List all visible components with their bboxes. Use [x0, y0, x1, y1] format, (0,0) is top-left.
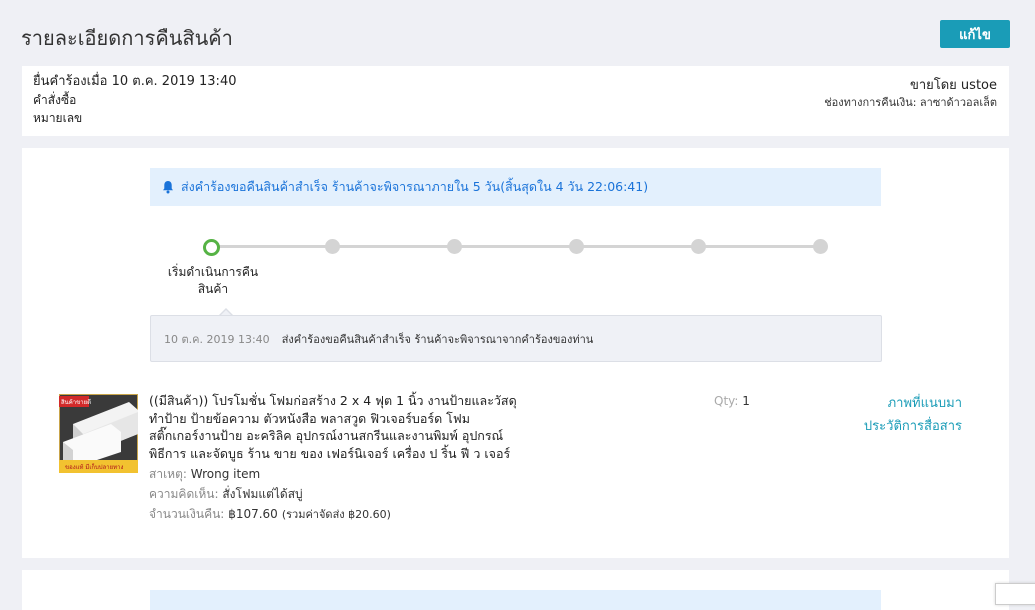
- next-status-notice: [150, 590, 881, 610]
- reason-row: สาเหตุ: Wrong item: [149, 464, 519, 484]
- order-info-left: ยื่นคำร้องเมื่อ 10 ต.ค. 2019 13:40 คำสั่…: [33, 73, 236, 127]
- attachments-link[interactable]: ภาพที่แนบมา: [864, 392, 962, 415]
- order-number-label: หมายเลข: [33, 111, 83, 125]
- shipping-note: (รวมค่าจัดส่ง ฿20.60): [281, 508, 391, 521]
- qty-label: Qty:: [714, 394, 739, 408]
- return-progress: เริ่มดำเนินการคืนสินค้า: [150, 228, 881, 308]
- communication-history-link[interactable]: ประวัติการสื่อสาร: [864, 415, 962, 438]
- return-detail-card: ส่งคำร้องขอคืนสินค้าสำเร็จ ร้านค้าจะพิจา…: [22, 148, 1009, 558]
- page-title: รายละเอียดการคืนสินค้า: [21, 26, 233, 50]
- refund-row: จำนวนเงินคืน: ฿107.60 (รวมค่าจัดส่ง ฿20.6…: [149, 504, 519, 525]
- comment-label: ความคิดเห็น:: [149, 487, 219, 501]
- progress-step-4: [569, 239, 584, 254]
- page-header: รายละเอียดการคืนสินค้า แก้ไข: [0, 0, 1035, 66]
- refund-value: ฿107.60: [228, 507, 278, 521]
- progress-step-label: เริ่มดำเนินการคืนสินค้า: [167, 265, 259, 296]
- refund-channel: ช่องทางการคืนเงิน: ลาซาด้าวอลเล็ต: [824, 96, 997, 109]
- product-name: ((มีสินค้า)) โปรโมชั่น โฟมก่อสร้าง 2 x 4…: [149, 393, 517, 461]
- progress-step-3: [447, 239, 462, 254]
- progress-track: [211, 245, 821, 248]
- quantity: Qty: 1: [714, 394, 750, 408]
- bell-icon: [162, 180, 174, 194]
- submitted-date: ยื่นคำร้องเมื่อ 10 ต.ค. 2019 13:40: [33, 74, 237, 89]
- reason-label: สาเหตุ:: [149, 467, 187, 481]
- chat-widget[interactable]: [995, 583, 1035, 605]
- refund-label: จำนวนเงินคืน:: [149, 507, 225, 521]
- status-history: 10 ต.ค. 2019 13:40 ส่งคำร้องขอคืนสินค้าส…: [150, 315, 882, 362]
- history-message: ส่งคำร้องขอคืนสินค้าสำเร็จ ร้านค้าจะพิจา…: [281, 332, 594, 346]
- progress-step-2: [325, 239, 340, 254]
- comment-row: ความคิดเห็น: สั่งโฟมแต่ได้สบู่: [149, 484, 519, 504]
- status-notice-text: ส่งคำร้องขอคืนสินค้าสำเร็จ ร้านค้าจะพิจา…: [181, 179, 649, 194]
- edit-button[interactable]: แก้ไข: [940, 20, 1010, 48]
- reason-value: Wrong item: [190, 467, 261, 481]
- comment-value: สั่งโฟมแต่ได้สบู่: [222, 487, 303, 501]
- seller-name: ขายโดย ustoe: [909, 78, 997, 93]
- progress-step-6: [813, 239, 828, 254]
- order-info-card: ยื่นคำร้องเมื่อ 10 ต.ค. 2019 13:40 คำสั่…: [22, 66, 1009, 136]
- history-timestamp: 10 ต.ค. 2019 13:40: [164, 332, 270, 346]
- thumb-badge-text: สินค้าขายดี: [61, 398, 91, 406]
- product-info: ((มีสินค้า)) โปรโมชั่น โฟมก่อสร้าง 2 x 4…: [149, 392, 519, 525]
- order-info-right: ขายโดย ustoe ช่องทางการคืนเงิน: ลาซาด้าว…: [824, 77, 997, 111]
- thumb-banner-text: ของแท้ มีเก็บปลายทาง: [65, 462, 124, 471]
- product-links: ภาพที่แนบมา ประวัติการสื่อสาร: [864, 392, 962, 438]
- order-label: คำสั่งซื้อ: [33, 93, 77, 107]
- status-notice: ส่งคำร้องขอคืนสินค้าสำเร็จ ร้านค้าจะพิจา…: [150, 168, 881, 206]
- progress-step-1: [203, 239, 220, 256]
- next-return-card: [22, 570, 1009, 610]
- product-image[interactable]: สินค้าขายดี ของแท้ มีเก็บปลายทาง: [59, 394, 138, 473]
- qty-value: 1: [742, 394, 750, 408]
- return-meta: สาเหตุ: Wrong item ความคิดเห็น: สั่งโฟมแ…: [149, 464, 519, 525]
- progress-step-5: [691, 239, 706, 254]
